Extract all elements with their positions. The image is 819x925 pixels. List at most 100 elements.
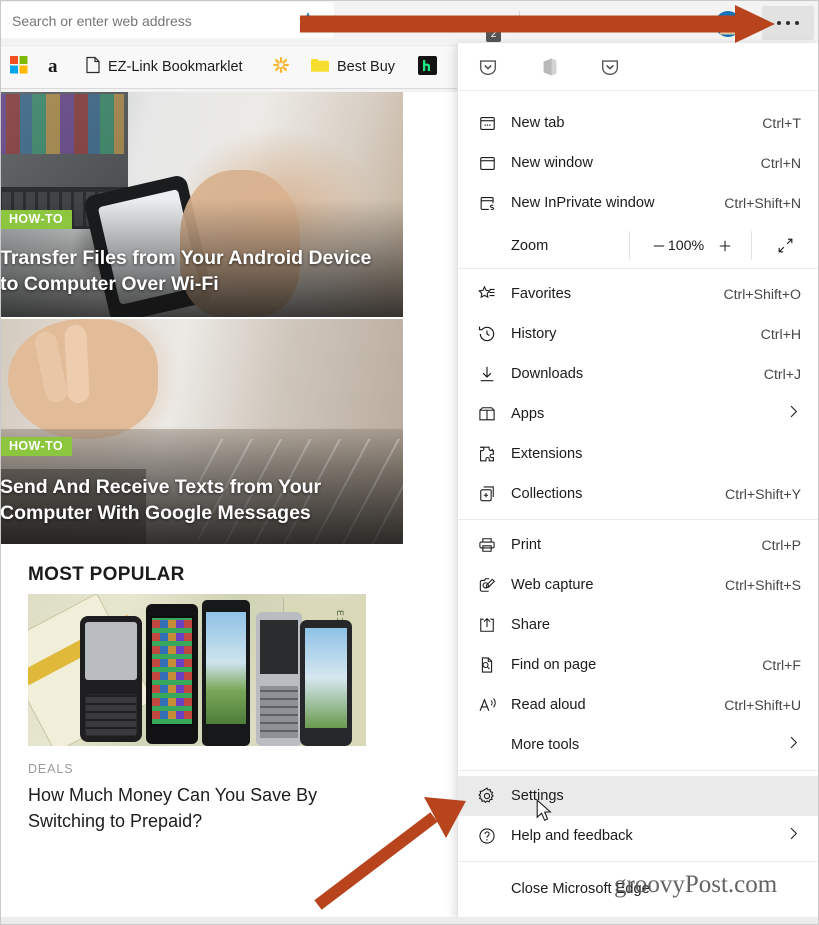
menu-item-collections[interactable]: Collections Ctrl+Shift+Y: [458, 474, 818, 514]
menu-item-new-tab[interactable]: New tab Ctrl+T: [458, 103, 818, 143]
menu-item-label: Read aloud: [511, 697, 586, 713]
collections-icon[interactable]: [540, 11, 566, 37]
address-bar[interactable]: [0, 2, 334, 38]
menu-item-shortcut: Ctrl+Shift+S: [725, 577, 801, 593]
menu-item-new-window[interactable]: New window Ctrl+N: [458, 143, 818, 183]
history-icon: [476, 323, 498, 345]
menu-item-label: New InPrivate window: [511, 195, 655, 211]
bookmark-label: Best Buy: [337, 59, 396, 75]
menu-item-label: Find on page: [511, 657, 597, 673]
article-title[interactable]: Send And Receive Texts from Your Compute…: [0, 474, 395, 526]
menu-item-label: Share: [511, 617, 550, 633]
page-icon: [85, 56, 101, 78]
menu-item-shortcut: Ctrl+Shift+U: [724, 697, 801, 713]
web-capture-icon: [476, 574, 498, 596]
add-collection-icon[interactable]: [666, 11, 692, 37]
most-popular-title[interactable]: How Much Money Can You Save By Switching…: [28, 782, 358, 834]
extensions-icon: [476, 443, 498, 465]
menu-item-settings[interactable]: Settings: [458, 776, 818, 816]
avatar[interactable]: [713, 9, 743, 39]
menu-item-label: Extensions: [511, 446, 583, 462]
settings-and-more-button[interactable]: [762, 6, 814, 40]
menu-item-label: Downloads: [511, 366, 584, 382]
chevron-right-icon: [785, 826, 801, 847]
menu-item-shortcut: Ctrl+J: [763, 366, 801, 382]
dashlane-extension-icon[interactable]: D.: [410, 11, 436, 37]
menu-item-shortcut: Ctrl+Shift+Y: [725, 486, 801, 502]
bookmark-label: EZ-Link Bookmarklet: [108, 59, 243, 75]
article-card[interactable]: HOW-TO Transfer Files from Your Android …: [0, 92, 403, 317]
bookmark-amazon[interactable]: a: [48, 56, 65, 78]
bookmark-microsoft[interactable]: [10, 56, 35, 78]
zoom-label: Zoom: [511, 237, 549, 254]
menu-item-label: Print: [511, 537, 542, 553]
menu-item-shortcut: Ctrl+T: [762, 115, 801, 131]
amazon-icon: a: [48, 56, 58, 77]
inprivate-icon: [476, 192, 498, 214]
most-popular-kicker: DEALS: [28, 762, 74, 776]
article-title[interactable]: Transfer Files from Your Android Device …: [0, 245, 395, 297]
help-icon: [476, 825, 498, 847]
honey-extension-badge: 2: [486, 27, 501, 42]
new-window-icon: [476, 152, 498, 174]
bookmark-hulu[interactable]: [418, 55, 444, 79]
menu-item-print[interactable]: Print Ctrl+P: [458, 525, 818, 565]
menu-item-new-inprivate-window[interactable]: New InPrivate window Ctrl+Shift+N: [458, 183, 818, 223]
menu-item-web-capture[interactable]: Web capture Ctrl+Shift+S: [458, 565, 818, 605]
zoom-in-button[interactable]: [710, 231, 740, 261]
favorite-star-icon[interactable]: [296, 9, 320, 33]
article-card[interactable]: HOW-TO Send And Receive Texts from Your …: [0, 319, 403, 544]
page-inner: HOW-TO Transfer Files from Your Android …: [0, 92, 418, 831]
menu-extensions-row: [458, 43, 818, 91]
menu-separator: [458, 861, 818, 862]
most-popular-image[interactable]: E13570303: [28, 594, 366, 746]
read-aloud-icon: [476, 694, 498, 716]
address-bar-input[interactable]: [10, 9, 286, 33]
pocket-extension-icon-2[interactable]: [597, 54, 623, 80]
hulu-icon: [418, 55, 437, 79]
menu-zoom-row: Zoom 100%: [458, 223, 818, 268]
bookmark-walmart[interactable]: [272, 56, 297, 78]
menu-item-downloads[interactable]: Downloads Ctrl+J: [458, 354, 818, 394]
new-tab-icon: [476, 112, 498, 134]
edge-main-menu: New tab Ctrl+T New window Ctrl+N New InP…: [457, 43, 819, 918]
menu-item-share[interactable]: Share: [458, 605, 818, 645]
toolbar-divider: [519, 11, 520, 33]
menu-item-apps[interactable]: Apps: [458, 394, 818, 434]
menu-item-label: More tools: [511, 737, 580, 753]
microsoft-icon: [10, 56, 28, 78]
menu-item-label: History: [511, 326, 557, 342]
menu-item-label: Collections: [511, 486, 583, 502]
menu-item-read-aloud[interactable]: Read aloud Ctrl+Shift+U: [458, 685, 818, 725]
menu-item-find-on-page[interactable]: Find on page Ctrl+F: [458, 645, 818, 685]
bookmark-ez-link-bookmarklet[interactable]: EZ-Link Bookmarklet: [85, 56, 243, 78]
menu-item-label: Web capture: [511, 577, 594, 593]
menu-item-shortcut: Ctrl+Shift+O: [723, 286, 801, 302]
menu-item-label: Help and feedback: [511, 828, 633, 844]
menu-item-favorites[interactable]: Favorites Ctrl+Shift+O: [458, 274, 818, 314]
mouse-cursor: [536, 798, 554, 828]
article-tag: HOW-TO: [0, 437, 72, 456]
menu-item-label: Favorites: [511, 286, 572, 302]
menu-item-history[interactable]: History Ctrl+H: [458, 314, 818, 354]
settings-gear-icon: [476, 785, 498, 807]
bookmark-best-buy[interactable]: Best Buy: [310, 56, 395, 78]
address-bar-row: D. 2: [0, 0, 819, 45]
menu-item-help-and-feedback[interactable]: Help and feedback: [458, 816, 818, 856]
fullscreen-button[interactable]: [770, 231, 800, 261]
immersive-reader-icon[interactable]: [617, 11, 643, 37]
pocket-extension-icon[interactable]: [475, 54, 501, 80]
folder-icon: [310, 57, 330, 77]
chevron-right-icon: [785, 735, 801, 756]
chevron-right-icon: [785, 404, 801, 425]
zoom-divider-left: [629, 231, 630, 260]
menu-item-extensions[interactable]: Extensions: [458, 434, 818, 474]
menu-item-shortcut: Ctrl+P: [761, 537, 801, 553]
find-icon: [476, 654, 498, 676]
zoom-divider-right: [751, 231, 752, 260]
menu-spacer: [458, 91, 818, 103]
menu-item-more-tools[interactable]: More tools: [458, 725, 818, 765]
article-tag: HOW-TO: [0, 210, 72, 229]
office-extension-icon[interactable]: [537, 54, 563, 80]
lastpass-extension-icon[interactable]: [452, 11, 478, 37]
